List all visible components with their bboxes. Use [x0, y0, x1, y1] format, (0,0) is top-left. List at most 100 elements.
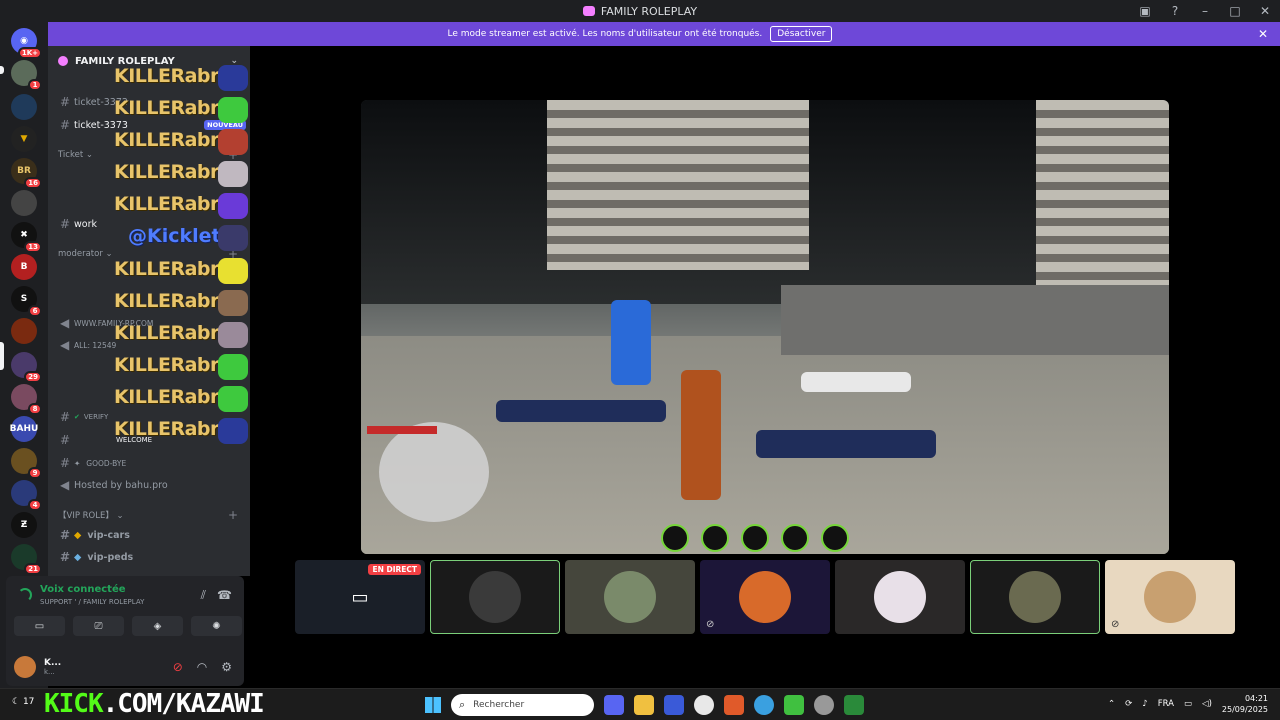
game-hud	[661, 524, 849, 552]
game-minimap	[379, 422, 489, 522]
headphones-icon[interactable]: ◠	[197, 660, 207, 674]
participant-tile[interactable]: ⊘	[700, 560, 830, 634]
hud-icon	[821, 524, 849, 552]
help-icon[interactable]: ?	[1160, 4, 1190, 18]
server-icon[interactable]: S6	[11, 286, 42, 317]
server-icon[interactable]	[11, 94, 37, 120]
discord-server-icon	[582, 6, 595, 16]
avatar	[604, 571, 656, 623]
category-vip-role[interactable]: 【VIP ROLE】 ⌄	[58, 509, 124, 521]
soundboard-button[interactable]: ✺	[191, 616, 242, 636]
minimize-button[interactable]: –	[1190, 4, 1220, 18]
inbox-icon[interactable]: ▣	[1130, 4, 1160, 18]
mic-muted-icon[interactable]: ⊘	[173, 660, 183, 674]
server-icon[interactable]	[11, 190, 37, 216]
clock[interactable]: 04:21 25/09/2025	[1222, 693, 1268, 715]
voice-channel-name: SUPPORT ' / FAMILY ROLEPLAY	[40, 598, 145, 606]
notification-badge: 1	[28, 79, 42, 91]
channel-vip-cars[interactable]: # ◆ vip-cars	[56, 526, 242, 544]
wave-icon: ✦	[74, 458, 81, 468]
weather-icon: ☾	[12, 697, 21, 707]
brave-icon[interactable]	[724, 695, 744, 715]
close-button[interactable]: ✕	[1250, 4, 1280, 18]
participant-tile-stream[interactable]: ▭ EN DIRECT	[295, 560, 425, 634]
taskbar-search[interactable]: ⌕ Rechercher	[451, 694, 594, 716]
app-icon[interactable]	[814, 695, 834, 715]
chat-overlay-mention: @Kicklet	[128, 225, 221, 247]
participant-strip: ▭ EN DIRECT ⊘ ⊘	[295, 560, 1235, 634]
server-icon[interactable]: 9	[11, 448, 42, 479]
browser-icon[interactable]	[754, 695, 774, 715]
server-icon[interactable]: 1	[11, 60, 42, 91]
weather-widget[interactable]: ☾ 17	[12, 697, 34, 707]
disable-streamer-mode-button[interactable]: Désactiver	[770, 26, 833, 42]
channel-label: vip-peds	[87, 551, 134, 563]
volume-icon[interactable]: ◁)	[1202, 699, 1212, 709]
participant-tile[interactable]	[970, 560, 1100, 634]
channel-label: work	[74, 218, 97, 230]
voice-status[interactable]: Voix connectée	[40, 584, 126, 595]
camera-button[interactable]: ▭	[14, 616, 65, 636]
hash-icon: #	[60, 528, 71, 542]
screen-share-button[interactable]: ⎚	[73, 616, 124, 636]
chrome-icon[interactable]	[694, 695, 714, 715]
voice-channel-hosted[interactable]: ◀ Hosted by bahu.pro	[56, 476, 242, 494]
close-icon[interactable]: ✕	[1258, 27, 1268, 41]
sync-icon[interactable]: ⟳	[1125, 699, 1132, 709]
player-figure	[611, 300, 651, 385]
participant-tile[interactable]	[430, 560, 560, 634]
avatar[interactable]	[14, 656, 36, 678]
server-icon[interactable]: 29	[11, 352, 42, 383]
notification-badge: 1K+	[17, 47, 42, 59]
file-explorer-icon[interactable]	[634, 695, 654, 715]
server-icon[interactable]: ✖ 13	[11, 222, 42, 253]
channel-goodbye[interactable]: # ✦ GOOD-BYE	[56, 454, 242, 472]
add-channel-icon[interactable]: +	[228, 508, 238, 522]
category-ticket[interactable]: Ticket ⌄	[58, 150, 93, 160]
language-indicator[interactable]: FRA	[1158, 699, 1174, 709]
banner-text: Le mode streamer est activé. Les noms d'…	[447, 29, 763, 39]
server-icon[interactable]: 21	[11, 544, 42, 575]
participant-tile[interactable]	[835, 560, 965, 634]
voice-panel: Voix connectée SUPPORT ' / FAMILY ROLEPL…	[6, 576, 244, 686]
channel-vip-peds[interactable]: # ◆ vip-peds	[56, 548, 242, 566]
emote-image	[218, 161, 248, 187]
server-icon[interactable]: Ƶ	[11, 512, 37, 538]
home-button[interactable]: ◉ 1K+	[11, 28, 42, 59]
category-label: moderator	[58, 249, 103, 259]
building-graphic	[547, 100, 809, 270]
network-icon[interactable]: ▭	[1184, 699, 1192, 709]
camera-off-icon: ⊘	[1111, 619, 1120, 630]
kick-url-rest: .COM/KAZAWI	[102, 689, 265, 719]
category-moderator[interactable]: moderator ⌄	[58, 249, 113, 259]
server-icon[interactable]: ▼	[11, 126, 37, 152]
app-icon[interactable]	[664, 695, 684, 715]
server-icon[interactable]	[11, 318, 37, 344]
windows-start-icon[interactable]	[425, 697, 441, 713]
maximize-button[interactable]: □	[1220, 4, 1250, 18]
app-icon[interactable]	[844, 695, 864, 715]
hash-icon: #	[60, 410, 71, 424]
noise-suppression-icon[interactable]: ⫽	[201, 588, 206, 603]
activities-button[interactable]: ◈	[132, 616, 183, 636]
signal-icon[interactable]	[18, 588, 32, 602]
gear-icon[interactable]: ⚙	[221, 660, 232, 674]
weather-temp: 17	[22, 697, 35, 707]
chevron-up-icon[interactable]: ⌃	[1108, 699, 1115, 709]
disconnect-icon[interactable]: ☎	[217, 588, 232, 602]
participant-tile[interactable]: ⊘	[1105, 560, 1235, 634]
window-title: FAMILY ROLEPLAY	[600, 4, 698, 18]
channel-label: GOOD-BYE	[86, 458, 127, 468]
play-app-icon[interactable]	[784, 695, 804, 715]
participant-tile[interactable]	[565, 560, 695, 634]
server-icon[interactable]: BR 16	[11, 158, 42, 189]
mic-icon[interactable]: ♪	[1142, 699, 1147, 709]
server-icon[interactable]: BAHU	[10, 416, 38, 442]
server-icon[interactable]: 8	[11, 384, 42, 415]
user-area[interactable]: K... k... ⊘ ◠ ⚙	[14, 652, 238, 682]
hud-icon	[701, 524, 729, 552]
discord-app-icon[interactable]	[604, 695, 624, 715]
stream-video[interactable]	[361, 100, 1169, 554]
server-icon[interactable]: B	[11, 254, 37, 280]
server-icon[interactable]: 4	[11, 480, 42, 511]
